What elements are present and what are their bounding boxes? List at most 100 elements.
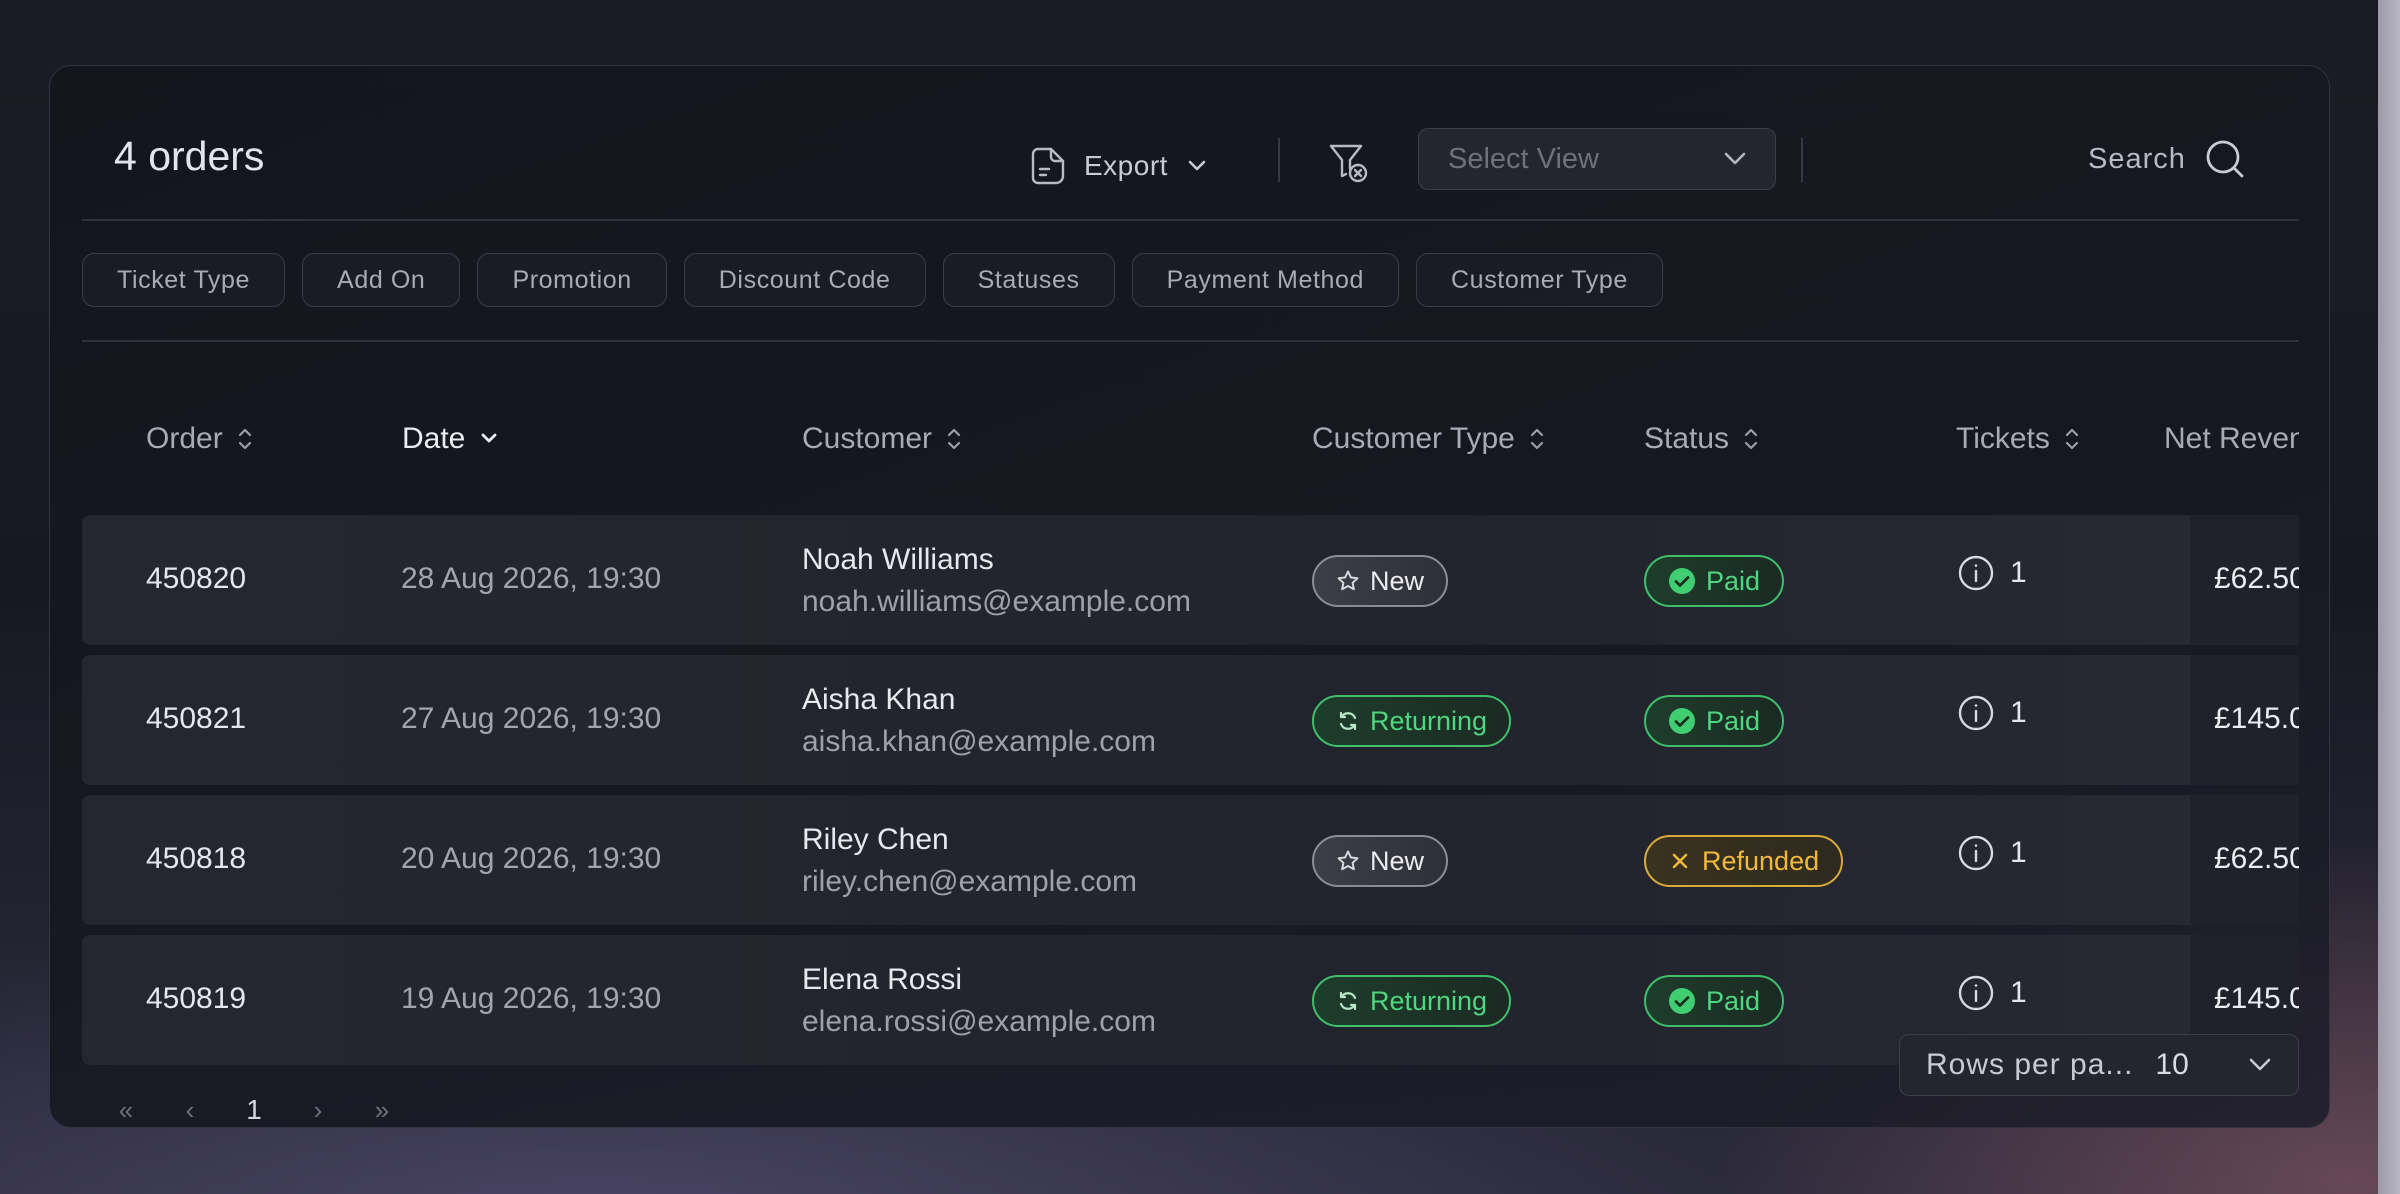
customer-email: aisha.khan@example.com bbox=[802, 725, 1156, 758]
customer-email: noah.williams@example.com bbox=[802, 585, 1191, 618]
rows-per-page-value: 10 bbox=[2155, 1048, 2189, 1081]
filter-chip-promotion[interactable]: Promotion bbox=[477, 253, 667, 307]
status-badge: Refunded bbox=[1644, 835, 1844, 887]
order-date: 19 Aug 2026, 19:30 bbox=[401, 982, 662, 1015]
tickets-count: 1 bbox=[1958, 695, 2027, 731]
filter-chip-add-on[interactable]: Add On bbox=[302, 253, 461, 307]
filter-chip-statuses[interactable]: Statuses bbox=[942, 253, 1115, 307]
next-page-button[interactable]: › bbox=[286, 1095, 350, 1126]
x-icon bbox=[1668, 849, 1692, 873]
select-view-dropdown[interactable]: Select View bbox=[1418, 128, 1776, 190]
order-number: 450820 bbox=[146, 562, 247, 595]
customer-name: Aisha Khan bbox=[802, 683, 956, 716]
search-button[interactable]: Search bbox=[2088, 138, 2246, 180]
document-icon bbox=[1030, 146, 1066, 186]
sort-icon bbox=[2064, 425, 2080, 453]
customer-name: Elena Rossi bbox=[802, 963, 963, 996]
tickets-value: 1 bbox=[2010, 696, 2027, 729]
badge-label: Paid bbox=[1706, 705, 1761, 736]
badge-label: Returning bbox=[1370, 985, 1488, 1016]
sort-icon bbox=[1529, 425, 1545, 453]
table-row[interactable]: 450820 28 Aug 2026, 19:30 Noah Williams … bbox=[82, 515, 2299, 645]
table-header: Order Date Customer Customer Type Status… bbox=[82, 386, 2299, 516]
status-badge: Paid bbox=[1644, 695, 1785, 747]
star-icon bbox=[1336, 849, 1360, 873]
tickets-value: 1 bbox=[2010, 976, 2027, 1009]
chevron-down-icon bbox=[2248, 1058, 2272, 1072]
divider bbox=[82, 340, 2299, 342]
customer-type-badge: Returning bbox=[1312, 695, 1512, 747]
filter-chip-payment-method[interactable]: Payment Method bbox=[1131, 253, 1400, 307]
pagination: « ‹ 1 › » bbox=[94, 1094, 414, 1126]
customer-name: Riley Chen bbox=[802, 823, 949, 856]
badge-label: Returning bbox=[1370, 705, 1488, 736]
info-icon[interactable] bbox=[1958, 695, 1994, 731]
export-button[interactable]: Export bbox=[1030, 136, 1208, 196]
column-header-customer[interactable]: Customer bbox=[802, 422, 962, 456]
order-number: 450819 bbox=[146, 982, 247, 1015]
column-header-customer-type[interactable]: Customer Type bbox=[1312, 422, 1545, 456]
badge-label: Refunded bbox=[1702, 845, 1820, 876]
search-icon bbox=[2204, 138, 2246, 180]
table-row[interactable]: 450818 20 Aug 2026, 19:30 Riley Chen ril… bbox=[82, 795, 2299, 925]
toolbar-divider bbox=[1801, 138, 1803, 182]
column-header-date[interactable]: Date bbox=[402, 422, 499, 456]
divider bbox=[82, 219, 2299, 221]
net-revenue: £62.50 bbox=[2214, 562, 2299, 595]
filter-chips: Ticket Type Add On Promotion Discount Co… bbox=[82, 253, 1663, 307]
prev-page-button[interactable]: ‹ bbox=[158, 1095, 222, 1126]
status-badge: Paid bbox=[1644, 555, 1785, 607]
check-circle-icon bbox=[1668, 567, 1696, 595]
column-label: Customer Type bbox=[1312, 422, 1515, 455]
first-page-button[interactable]: « bbox=[94, 1095, 158, 1126]
customer-type-badge: Returning bbox=[1312, 975, 1512, 1027]
toolbar: 4 orders Export Select View Search bbox=[50, 66, 2329, 220]
order-date: 27 Aug 2026, 19:30 bbox=[401, 702, 662, 735]
net-revenue: £145.00 bbox=[2214, 702, 2299, 735]
rows-per-page-select[interactable]: Rows per pa... 10 bbox=[1899, 1034, 2299, 1096]
filter-chip-customer-type[interactable]: Customer Type bbox=[1416, 253, 1663, 307]
current-page[interactable]: 1 bbox=[222, 1094, 286, 1126]
order-number: 450821 bbox=[146, 702, 247, 735]
star-icon bbox=[1336, 569, 1360, 593]
info-icon[interactable] bbox=[1958, 555, 1994, 591]
column-header-net-revenue[interactable]: Net Reven bbox=[2164, 422, 2299, 456]
badge-label: Paid bbox=[1706, 565, 1761, 596]
filter-clear-icon[interactable] bbox=[1326, 140, 1372, 186]
filter-chip-ticket-type[interactable]: Ticket Type bbox=[82, 253, 286, 307]
chevron-down-icon bbox=[1723, 152, 1747, 166]
table-row[interactable]: 450821 27 Aug 2026, 19:30 Aisha Khan ais… bbox=[82, 655, 2299, 785]
filter-chip-discount-code[interactable]: Discount Code bbox=[683, 253, 926, 307]
orders-table: Order Date Customer Customer Type Status… bbox=[82, 386, 2299, 1071]
window-scrollbar[interactable] bbox=[2378, 0, 2400, 1194]
column-label: Net Reven bbox=[2164, 422, 2299, 455]
column-label: Customer bbox=[802, 422, 933, 455]
order-number: 450818 bbox=[146, 842, 247, 875]
last-page-button[interactable]: » bbox=[350, 1095, 414, 1126]
order-date: 20 Aug 2026, 19:30 bbox=[401, 842, 662, 875]
tickets-value: 1 bbox=[2010, 836, 2027, 869]
column-label: Tickets bbox=[1956, 422, 2050, 455]
customer-name: Noah Williams bbox=[802, 543, 994, 576]
info-icon[interactable] bbox=[1958, 975, 1994, 1011]
column-header-order[interactable]: Order bbox=[146, 422, 253, 456]
export-label: Export bbox=[1084, 150, 1168, 181]
customer-type-badge: New bbox=[1312, 835, 1449, 887]
sort-icon bbox=[946, 425, 962, 453]
orders-card: 4 orders Export Select View Search Ticke… bbox=[49, 65, 2330, 1128]
check-circle-icon bbox=[1668, 707, 1696, 735]
customer-email: riley.chen@example.com bbox=[802, 865, 1138, 898]
search-label: Search bbox=[2088, 142, 2186, 175]
sort-icon bbox=[237, 425, 253, 453]
status-badge: Paid bbox=[1644, 975, 1785, 1027]
info-icon[interactable] bbox=[1958, 835, 1994, 871]
rows-per-page-label: Rows per pa... bbox=[1926, 1048, 2134, 1081]
sort-icon bbox=[1743, 425, 1759, 453]
customer-type-badge: New bbox=[1312, 555, 1449, 607]
net-revenue: £62.50 bbox=[2214, 842, 2299, 875]
customer-email: elena.rossi@example.com bbox=[802, 1005, 1156, 1038]
column-header-status[interactable]: Status bbox=[1644, 422, 1759, 456]
column-header-tickets[interactable]: Tickets bbox=[1956, 422, 2080, 456]
column-label: Order bbox=[146, 422, 223, 455]
toolbar-divider bbox=[1278, 138, 1280, 182]
